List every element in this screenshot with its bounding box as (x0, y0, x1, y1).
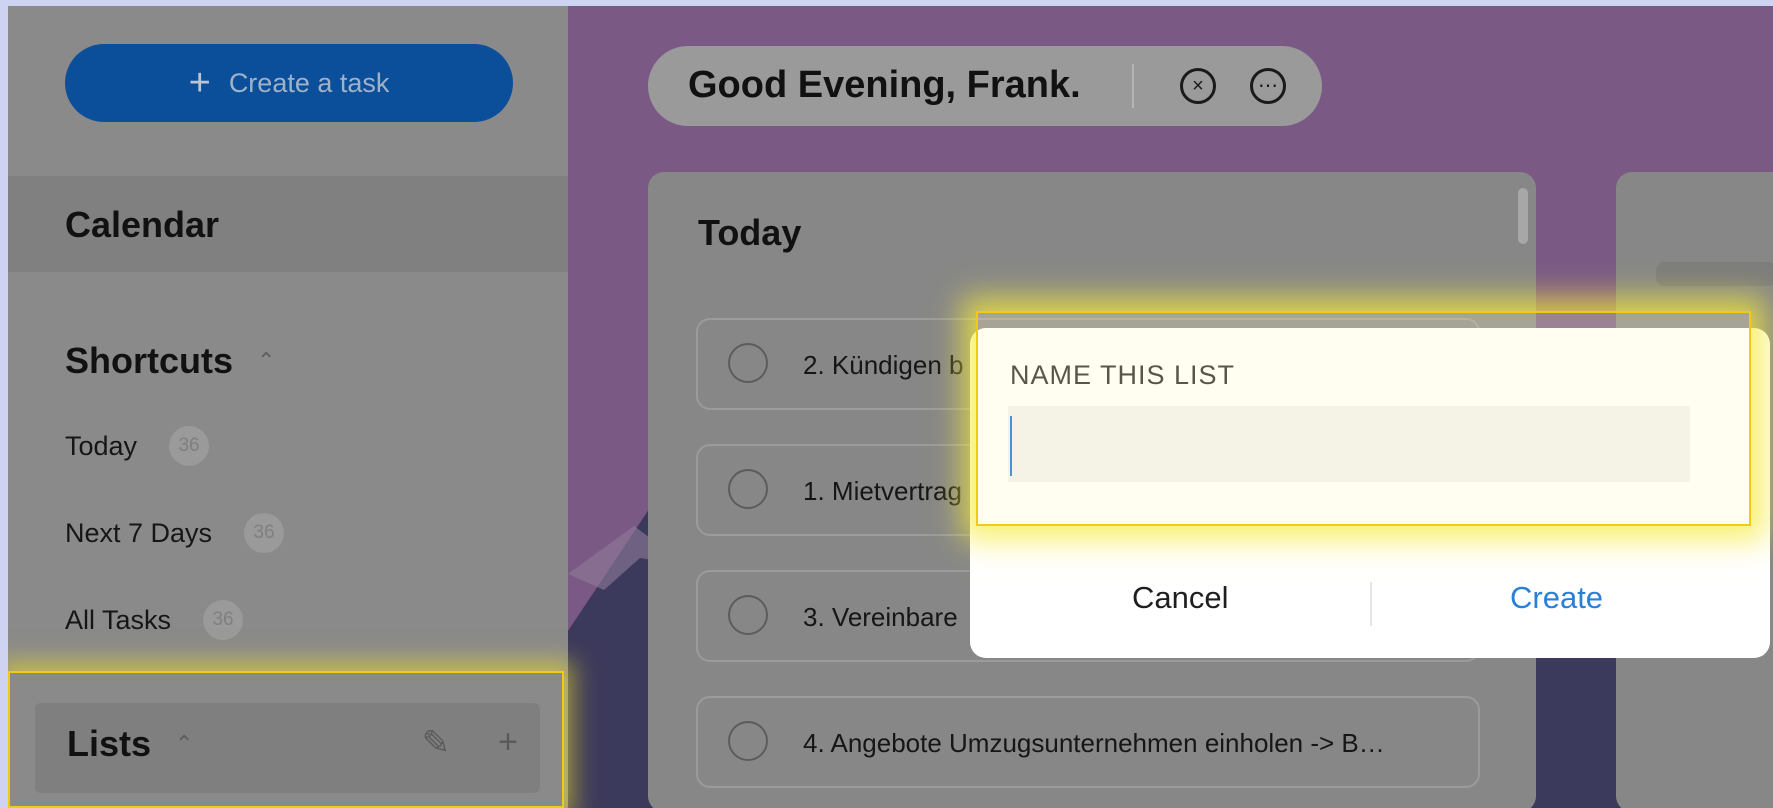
count-badge: 36 (244, 513, 285, 553)
shortcuts-header[interactable]: Shortcuts ⌃ (65, 340, 275, 382)
divider (1132, 64, 1134, 108)
shortcuts-title: Shortcuts (65, 340, 234, 381)
cancel-button[interactable]: Cancel (1132, 580, 1229, 616)
greeting-bar: Good Evening, Frank. × ⋯ (648, 46, 1322, 126)
task-checkbox[interactable] (728, 595, 768, 635)
greeting-text: Good Evening, Frank. (688, 64, 1081, 106)
lists-title-group: Lists ⌃ (67, 723, 193, 765)
sidebar: + Create a task Calendar Shortcuts ⌃ Tod… (8, 6, 568, 808)
sidebar-item-label: All Tasks (65, 604, 172, 635)
create-task-button[interactable]: + Create a task (65, 44, 513, 122)
sidebar-item-today[interactable]: Today 36 (65, 426, 210, 466)
scrollbar[interactable] (1518, 188, 1528, 244)
plus-icon: + (188, 62, 211, 104)
chevron-up-icon[interactable]: ⌃ (257, 348, 275, 374)
lists-header[interactable]: Lists ⌃ ✎ + (35, 703, 540, 793)
sidebar-item-all-tasks[interactable]: All Tasks 36 (65, 600, 244, 640)
count-badge: 36 (169, 426, 210, 466)
task-checkbox[interactable] (728, 721, 768, 761)
lists-highlight: Lists ⌃ ✎ + (8, 671, 564, 808)
count-badge: 36 (203, 600, 244, 640)
pencil-icon[interactable]: ✎ (422, 723, 451, 763)
task-text: 4. Angebote Umzugsunternehmen einholen -… (803, 728, 1385, 758)
dialog-highlight (976, 311, 1751, 526)
app-window: + Create a task Calendar Shortcuts ⌃ Tod… (8, 6, 1773, 808)
task-text: 2. Kündigen b (803, 350, 964, 380)
circle-more-icon[interactable]: ⋯ (1250, 68, 1286, 104)
panel-title: Today (698, 212, 802, 253)
sidebar-item-next-7-days[interactable]: Next 7 Days 36 (65, 513, 285, 553)
task-checkbox[interactable] (728, 343, 768, 383)
plus-icon[interactable]: + (498, 723, 518, 763)
secondary-panel-title (1656, 262, 1773, 286)
chevron-up-icon[interactable]: ⌃ (175, 731, 193, 757)
create-task-label: Create a task (228, 67, 390, 98)
sidebar-item-label: Next 7 Days (65, 517, 213, 548)
task-item[interactable]: 4. Angebote Umzugsunternehmen einholen -… (696, 696, 1480, 788)
task-text: 1. Mietvertrag (803, 476, 962, 506)
sidebar-item-label: Today (65, 430, 138, 461)
create-button[interactable]: Create (1510, 580, 1603, 616)
circle-x-icon[interactable]: × (1180, 68, 1216, 104)
sidebar-item-calendar[interactable]: Calendar (8, 176, 568, 272)
task-text: 3. Vereinbare (803, 602, 958, 632)
lists-actions: ✎ + (422, 723, 518, 763)
lists-title: Lists (67, 723, 152, 764)
calendar-label: Calendar (65, 204, 220, 245)
divider (1370, 582, 1372, 626)
task-checkbox[interactable] (728, 469, 768, 509)
